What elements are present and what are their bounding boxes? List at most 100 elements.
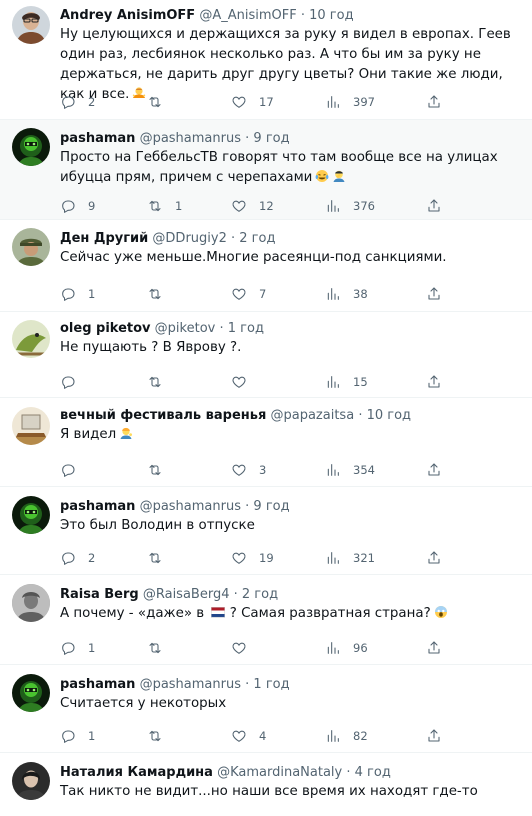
separator-dot: ·	[245, 677, 250, 692]
tweet-card[interactable]: Andrey AnisimOFF @A_AnisimOFF · 10 год Н…	[0, 0, 532, 120]
tweet-card[interactable]: pashaman @pashamanrus · 1 год Считается …	[0, 665, 532, 753]
tweet-text: Сейчас уже меньше.Многие расеянци-под са…	[60, 250, 447, 265]
author-name[interactable]: pashaman	[60, 131, 135, 146]
separator-dot: ·	[300, 8, 305, 23]
avatar[interactable]	[12, 128, 50, 166]
netherlands-flag-emoji	[211, 605, 226, 619]
avatar[interactable]	[12, 584, 50, 622]
author-name[interactable]: Andrey AnisimOFF	[60, 8, 195, 23]
avatar[interactable]	[12, 496, 50, 534]
heart-icon	[231, 94, 247, 110]
tweet-card[interactable]: Raisa Berg @RaisaBerg4 · 2 год А почему …	[0, 575, 532, 665]
author-handle[interactable]: @RaisaBerg4	[143, 587, 230, 602]
author-name[interactable]: Ден Другий	[60, 231, 148, 246]
tears-of-joy-emoji	[315, 169, 329, 183]
avatar[interactable]	[12, 762, 50, 800]
reply-icon	[60, 640, 76, 656]
timestamp[interactable]: 4 год	[355, 765, 391, 780]
share-icon	[426, 550, 442, 566]
reply-icon	[60, 462, 76, 478]
separator-dot: ·	[358, 408, 363, 423]
views-chart-icon	[325, 286, 341, 302]
separator-dot: ·	[231, 231, 236, 246]
retweet-count: 1	[175, 199, 183, 213]
author-handle[interactable]: @pashamanrus	[140, 499, 241, 514]
share-icon	[426, 462, 442, 478]
author-handle[interactable]: @papazaitsa	[270, 408, 354, 423]
view-count: 15	[353, 375, 368, 389]
reply-count: 2	[88, 95, 96, 109]
tweet-text: Просто на ГеббельсТВ говорят что там воо…	[60, 150, 498, 185]
reply-count: 1	[88, 641, 96, 655]
reply-count: 2	[88, 551, 96, 565]
author-handle[interactable]: @DDrugiy2	[152, 231, 226, 246]
tweet-text: Не пущають ? В Яврову ?.	[60, 340, 242, 355]
tweet-header: pashaman @pashamanrus · 9 год	[60, 130, 532, 148]
avatar[interactable]	[12, 228, 50, 266]
views-chart-icon	[325, 550, 341, 566]
tweet-card[interactable]: Наталия Камардина @KamardinaNataly · 4 г…	[0, 753, 532, 816]
separator-dot: ·	[245, 131, 250, 146]
tweet-text-block: Считается у некоторых	[60, 694, 526, 714]
tweet-card[interactable]: вечный фестиваль варенья @papazaitsa · 1…	[0, 398, 532, 487]
author-handle[interactable]: @pashamanrus	[140, 677, 241, 692]
tweet-header: pashaman @pashamanrus · 9 год	[60, 498, 532, 516]
tweet-card[interactable]: pashaman @pashamanrus · 9 год Просто на …	[0, 120, 532, 220]
timestamp[interactable]: 10 год	[367, 408, 411, 423]
author-handle[interactable]: @A_AnisimOFF	[199, 8, 296, 23]
timestamp[interactable]: 2 год	[242, 587, 278, 602]
tweet-header: вечный фестиваль варенья @papazaitsa · 1…	[60, 407, 532, 425]
heart-icon	[231, 550, 247, 566]
tweet-text-block: Это был Володин в отпуске	[60, 516, 526, 536]
timestamp[interactable]: 10 год	[309, 8, 353, 23]
heart-icon	[231, 462, 247, 478]
share-icon	[426, 198, 442, 214]
view-count: 82	[353, 729, 368, 743]
timestamp[interactable]: 9 год	[253, 131, 289, 146]
reply-icon	[60, 286, 76, 302]
timestamp[interactable]: 1 год	[253, 677, 289, 692]
view-count: 376	[353, 199, 375, 213]
separator-dot: ·	[346, 765, 351, 780]
reply-icon	[60, 728, 76, 744]
separator-dot: ·	[245, 499, 250, 514]
separator-dot: ·	[219, 321, 224, 336]
author-name[interactable]: вечный фестиваль варенья	[60, 408, 266, 423]
avatar[interactable]	[12, 320, 50, 358]
avatar[interactable]	[12, 6, 50, 44]
author-handle[interactable]: @piketov	[155, 321, 216, 336]
action-bar: 9 1 12 376	[60, 197, 460, 215]
tweet-header: oleg piketov @piketov · 1 год	[60, 320, 532, 338]
action-bar: 1 7 38	[60, 285, 460, 303]
author-name[interactable]: pashaman	[60, 677, 135, 692]
timestamp[interactable]: 2 год	[239, 231, 275, 246]
tweet-header: Наталия Камардина @KamardinaNataly · 4 г…	[60, 764, 532, 782]
timestamp[interactable]: 1 год	[228, 321, 264, 336]
author-name[interactable]: Наталия Камардина	[60, 765, 213, 780]
views-chart-icon	[325, 198, 341, 214]
view-count: 321	[353, 551, 375, 565]
avatar[interactable]	[12, 407, 50, 445]
avatar[interactable]	[12, 674, 50, 712]
like-count: 7	[259, 287, 267, 301]
tweet-card[interactable]: Ден Другий @DDrugiy2 · 2 год Сейчас уже …	[0, 220, 532, 312]
tweet-header: Ден Другий @DDrugiy2 · 2 год	[60, 230, 532, 248]
author-handle[interactable]: @pashamanrus	[140, 131, 241, 146]
timestamp[interactable]: 9 год	[253, 499, 289, 514]
tweet-card[interactable]: pashaman @pashamanrus · 9 год Это был Во…	[0, 487, 532, 575]
like-count: 4	[259, 729, 267, 743]
author-name[interactable]: oleg piketov	[60, 321, 151, 336]
heart-icon	[231, 286, 247, 302]
share-icon	[426, 374, 442, 390]
author-handle[interactable]: @KamardinaNataly	[217, 765, 342, 780]
tweet-card[interactable]: oleg piketov @piketov · 1 год Не пущають…	[0, 312, 532, 398]
view-count: 96	[353, 641, 368, 655]
action-bar: 1 4 82	[60, 727, 460, 745]
heart-icon	[231, 198, 247, 214]
author-name[interactable]: pashaman	[60, 499, 135, 514]
action-bar: 1 96	[60, 639, 460, 657]
share-icon	[426, 286, 442, 302]
author-name[interactable]: Raisa Berg	[60, 587, 139, 602]
reply-icon	[60, 198, 76, 214]
reply-count: 1	[88, 287, 96, 301]
